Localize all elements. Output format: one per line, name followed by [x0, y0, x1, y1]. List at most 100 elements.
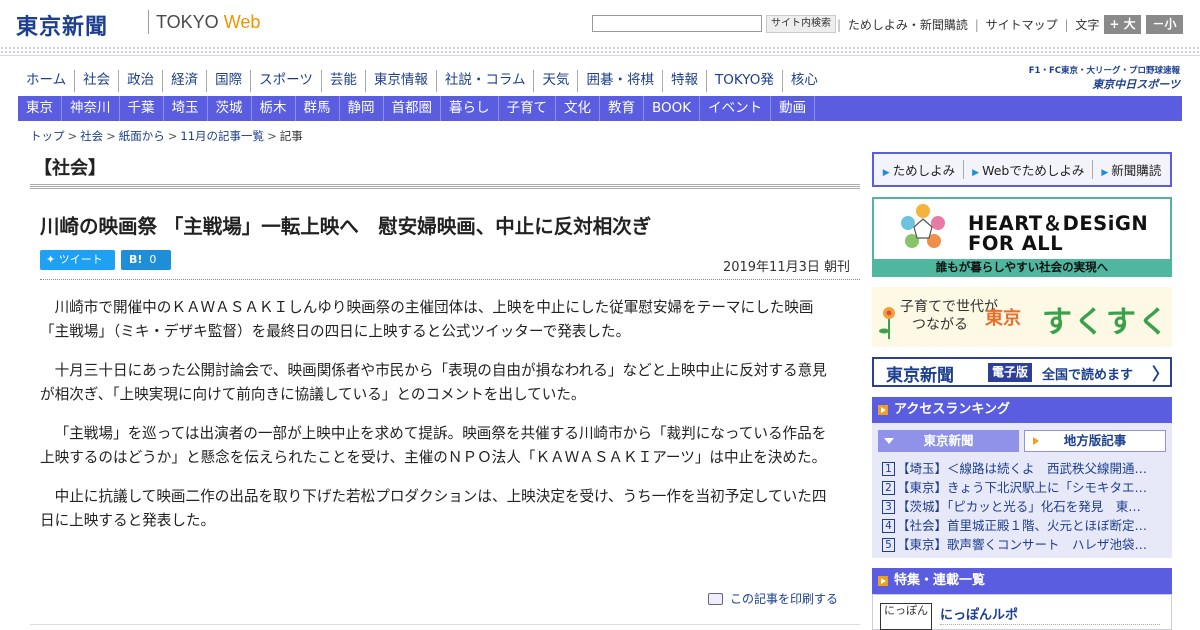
primary-nav: ホーム 社会 政治 経済 国際 スポーツ 芸能 東京情報 社説・コラム 天気 囲碁・将棋 特報 TOKY…	[18, 70, 826, 92]
ranking-item[interactable]: 1 【埼玉】＜線路は続くよ 西武秩父線開通…	[882, 459, 1162, 478]
tameshi-link-label: ためしよみ	[892, 163, 956, 178]
nav-item[interactable]: 囲碁・将棋	[577, 70, 662, 92]
article-body: 川崎市で開催中のＫＡＷＡＳＡＫＩしんゆり映画祭の主催団体は、上映を中止にした従軍…	[40, 296, 840, 548]
chunichi-sports-banner[interactable]: F1・FC東京・大リーグ・プロ野球速報 東京中日スポーツ	[1025, 64, 1180, 91]
section-rule	[30, 184, 860, 190]
regional-nav-item[interactable]: 群馬	[296, 96, 340, 121]
logo-web-text: Web	[223, 12, 261, 32]
nav-item[interactable]: 芸能	[320, 70, 365, 92]
font-smaller-button[interactable]: －小	[1146, 15, 1183, 34]
arrow-right-icon: ▶	[882, 168, 890, 178]
nav-item[interactable]: 経済	[162, 70, 206, 92]
ranking-title: アクセスランキング	[894, 402, 1010, 417]
flower-icon	[879, 307, 895, 339]
heart-design-banner[interactable]: HEART＆DESiGN FOR ALL 誰もが暮らしやすい社会の実現へ	[872, 197, 1172, 277]
heart-design-logo-icon	[901, 204, 945, 248]
regional-nav-item[interactable]: 教育	[600, 96, 644, 121]
regional-nav-item[interactable]: BOOK	[644, 96, 701, 121]
ranking-number: 1	[882, 462, 895, 476]
nav-item[interactable]: 国際	[206, 70, 250, 92]
regional-nav-item[interactable]: 静岡	[340, 96, 384, 121]
features-title: 特集・連載一覧	[894, 573, 986, 588]
ranking-number: 4	[882, 519, 895, 533]
regional-nav-item[interactable]: 千葉	[120, 96, 164, 121]
ranking-item[interactable]: 4 【社会】首里城正殿１階、火元とほぼ断定…	[882, 516, 1162, 535]
tweet-button[interactable]: ✦ ツイート	[40, 250, 115, 270]
sukusuku-tagline-2: つながる	[912, 317, 968, 333]
article-date: 2019年11月3日 朝刊	[722, 260, 850, 275]
hatena-icon: B!	[129, 253, 143, 266]
sitemap-link[interactable]: サイトマップ	[986, 18, 1058, 32]
ranking-item-text: 【埼玉】＜線路は続くよ 西武秩父線開通…	[897, 461, 1148, 476]
subscribe-sidebar-link[interactable]: ▶ 新聞購読	[1092, 160, 1169, 179]
web-tameshi-link-label: Webでためしよみ	[982, 163, 1085, 178]
nav-item[interactable]: 天気	[533, 70, 577, 92]
triangle-right-icon	[1033, 437, 1039, 445]
search-button[interactable]: サイト内検索	[766, 15, 836, 33]
breadcrumb-item[interactable]: トップ	[30, 129, 65, 143]
ranking-item[interactable]: 5 【東京】歌声響くコンサート ハレザ池袋…	[882, 535, 1162, 554]
nav-item[interactable]: 社説・コラム	[435, 70, 534, 92]
section-title: 【社会】	[34, 158, 106, 179]
ranking-tab-label: 東京新聞	[923, 433, 974, 448]
separator: |	[974, 18, 979, 32]
ranking-number: 5	[882, 538, 895, 552]
hatena-bookmark-button[interactable]: B! 0	[121, 250, 171, 270]
tweet-label: ツイート	[58, 253, 103, 266]
feature-thumbnail[interactable]: にっぽん	[880, 603, 932, 630]
regional-nav-item[interactable]: 文化	[556, 96, 600, 121]
regional-nav-item[interactable]: 暮らし	[441, 96, 499, 121]
ranking-tab-regional[interactable]: 地方版記事	[1024, 430, 1166, 452]
sukusuku-title: すくすく	[1042, 305, 1170, 340]
heart-design-subtitle: FOR ALL	[968, 232, 1064, 255]
regional-nav-item[interactable]: イベント	[700, 96, 772, 121]
page: 東京新聞 TOKYO Web サイト内検索 | ためしよみ・新聞購読 | サイト…	[0, 0, 1200, 630]
feature-item-title[interactable]: にっぽんルポ	[940, 604, 1018, 623]
subscribe-link[interactable]: ためしよみ・新聞購読	[848, 18, 968, 32]
nav-item[interactable]: スポーツ	[250, 70, 321, 92]
regional-nav-item[interactable]: 子育て	[499, 96, 556, 121]
digital-edition-badge: 電子版	[988, 363, 1033, 382]
regional-nav-item[interactable]: 動画	[771, 96, 816, 121]
ranking-item-text: 【東京】きょう下北沢駅上に「シモキタエ…	[897, 480, 1148, 495]
ranking-item[interactable]: 3 【茨城】「ピカッと光る」化石を発見 東…	[882, 497, 1162, 516]
nav-item[interactable]: 核心	[781, 70, 826, 92]
nav-item[interactable]: 政治	[118, 70, 162, 92]
chevron-right-icon: 〉	[1152, 365, 1169, 385]
separator: |	[837, 18, 842, 32]
ranking-tab-tokyo[interactable]: 東京新聞	[878, 430, 1019, 452]
twitter-bird-icon: ✦	[46, 253, 59, 266]
site-logo[interactable]: 東京新聞	[16, 9, 108, 41]
regional-nav-item[interactable]: 神奈川	[62, 96, 120, 121]
features-header: 特集・連載一覧	[872, 568, 1172, 594]
print-article-link[interactable]: この記事を印刷する	[708, 590, 838, 607]
regional-nav-item[interactable]: 東京	[18, 96, 62, 121]
ranking-tab-label: 地方版記事	[1063, 433, 1127, 448]
breadcrumb-item[interactable]: 社会	[80, 129, 103, 143]
article-paragraph: 「主戦場」を巡っては出演者の一部が上映中止を求めて提訴。映画祭を共催する川崎市か…	[40, 425, 827, 466]
nav-item[interactable]: 特報	[661, 70, 706, 92]
tokyo-web-logo[interactable]: TOKYO Web	[156, 12, 260, 33]
regional-nav-item[interactable]: 埼玉	[164, 96, 208, 121]
tameshi-link[interactable]: ▶ ためしよみ	[875, 160, 963, 179]
regional-nav-item[interactable]: 茨城	[208, 96, 252, 121]
nav-item[interactable]: TOKYO発	[705, 70, 782, 92]
breadcrumb-item[interactable]: 紙面から	[119, 129, 165, 143]
digital-edition-banner[interactable]: 東京新聞 電子版 全国で読めます 〉	[872, 357, 1172, 387]
font-larger-button[interactable]: + 大	[1104, 15, 1141, 34]
nav-item[interactable]: ホーム	[18, 70, 74, 92]
search-input[interactable]	[592, 15, 762, 32]
article-rule	[40, 279, 860, 280]
tokyo-sukusuku-banner[interactable]: 子育てで世代が つながる 東京 すくすく	[872, 287, 1172, 347]
web-tameshi-link[interactable]: ▶ Webでためしよみ	[963, 160, 1092, 179]
regional-nav-item[interactable]: 首都圏	[384, 96, 441, 121]
breadcrumb-item[interactable]: 11月の記事一覧	[180, 129, 264, 143]
heart-design-caption: 誰もが暮らしやすい社会の実現へ	[874, 259, 1170, 275]
ranking-item[interactable]: 2 【東京】きょう下北沢駅上に「シモキタエ…	[882, 478, 1162, 497]
nav-item[interactable]: 社会	[74, 70, 118, 92]
sukusuku-tokyo: 東京	[985, 308, 1021, 329]
hatena-count: 0	[149, 253, 157, 266]
regional-nav: 東京 神奈川 千葉 埼玉 茨城 栃木 群馬 静岡 首都圏 暮らし 子育て 文化 教育 BOOK イベント 動画	[18, 96, 1182, 121]
regional-nav-item[interactable]: 栃木	[252, 96, 296, 121]
nav-item[interactable]: 東京情報	[364, 70, 436, 92]
